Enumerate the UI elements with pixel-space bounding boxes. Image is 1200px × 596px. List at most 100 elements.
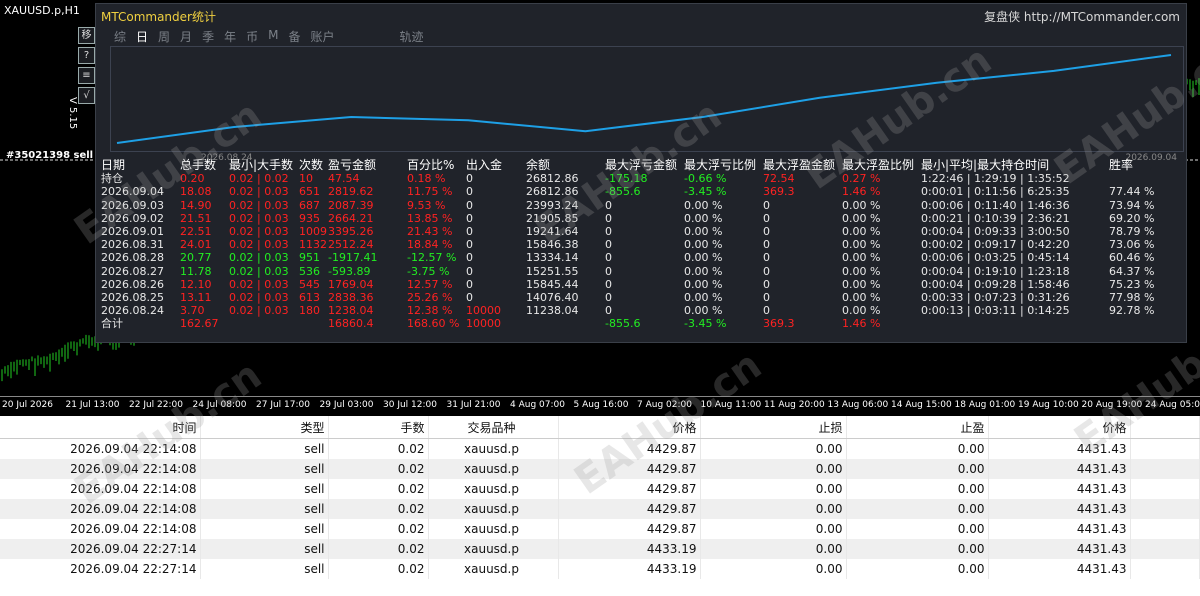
total-label: 合计	[101, 317, 123, 331]
stats-cell-minmax: 0.02 | 0.03	[229, 198, 289, 212]
stats-cell-count: 687	[299, 198, 320, 212]
table-row[interactable]: 2026.09.04 22:14:08 sell 0.02 xauusd.p 4429.…	[0, 438, 1200, 459]
trade-price: 4431.43	[988, 539, 1131, 559]
trade-tp: 0.00	[846, 459, 989, 479]
tab-day[interactable]: 日	[134, 28, 150, 45]
stats-cell-fl: 0	[605, 225, 612, 239]
price-chart[interactable]: XAUUSD.p,H1 #35021398 sell 0.02 V 5.15 移…	[0, 0, 1200, 415]
stats-row: 持仓 0.20 0.02 | 0.02 10 47.54 0.18 % 0 26812.86 -…	[101, 172, 1159, 185]
stats-row: 2026.08.31 24.01 0.02 | 0.03 1132 2512.24 18.…	[101, 238, 1159, 251]
total-float-profit: 369.3	[763, 317, 795, 331]
stats-cell-pct: 12.38 %	[407, 304, 453, 318]
table-row[interactable]: 2026.09.04 22:14:08 sell 0.02 xauusd.p 4429.…	[0, 479, 1200, 499]
stats-cell-fpp: 0.00 %	[842, 211, 881, 225]
tab-note[interactable]: 备	[286, 28, 302, 45]
stats-row: 2026.09.03 14.90 0.02 | 0.03 687 2087.39 9.53…	[101, 199, 1159, 212]
trade-type: sell	[200, 539, 329, 559]
table-row[interactable]: 2026.09.04 22:27:14 sell 0.02 xauusd.p 4433.…	[0, 539, 1200, 559]
table-row[interactable]: 2026.09.04 22:27:14 sell 0.02 xauusd.p 4433.…	[0, 559, 1200, 579]
stats-cell-pnl: -593.89	[328, 264, 371, 278]
total-float-loss: -855.6	[605, 317, 641, 331]
col-pct: 百分比%	[407, 158, 455, 173]
col-sl[interactable]: 止损	[700, 416, 847, 439]
tab-account[interactable]: 账户	[308, 28, 336, 45]
website-link[interactable]: 复盘侠 http://MTCommander.com	[984, 8, 1180, 25]
stats-cell-fp: 0	[763, 211, 770, 225]
tab-summary[interactable]: 综	[112, 28, 128, 45]
trade-volume: 0.02	[328, 438, 429, 459]
trade-sl: 0.00	[700, 479, 847, 499]
daily-stats-table: 日期 总手数 最小|大手数 次数 盈亏金额 百分比% 出入金 余额 最大浮亏金额…	[101, 158, 1159, 331]
col-open-price[interactable]: 价格	[558, 416, 701, 439]
trades-table: 时间 类型 手数 交易品种 价格 止损 止盈 价格 2026.09.04 22:…	[0, 416, 1200, 579]
stats-cell-count: 545	[299, 277, 320, 291]
stats-cell-fl: -855.6	[605, 185, 641, 199]
stats-cell-bal: 26812.86	[526, 185, 579, 199]
stats-cell-fp: 0	[763, 304, 770, 318]
stats-cell-dep: 0	[466, 225, 473, 239]
stats-cell-hold: 0:00:04 | 0:09:28 | 1:58:46	[921, 277, 1070, 291]
table-row[interactable]: 2026.09.04 22:14:08 sell 0.02 xauusd.p 4429.…	[0, 459, 1200, 479]
check-button[interactable]: √	[78, 87, 95, 104]
stats-cell-lots: 22.51	[180, 225, 212, 239]
stats-cell-dep: 0	[466, 172, 473, 186]
trade-price: 4431.43	[988, 438, 1131, 459]
stats-cell-minmax: 0.02 | 0.03	[229, 211, 289, 225]
menu-button[interactable]: ≡	[78, 67, 95, 84]
col-time[interactable]: 时间	[0, 416, 201, 439]
tab-quarter[interactable]: 季	[200, 28, 216, 45]
stats-cell-fpp: 0.27 %	[842, 172, 881, 186]
tab-month[interactable]: 月	[178, 28, 194, 45]
stats-cell-pnl: 2819.62	[328, 185, 374, 199]
trade-price: 4431.43	[988, 459, 1131, 479]
col-symbol[interactable]: 交易品种	[428, 416, 559, 439]
stats-cell-fl: 0	[605, 277, 612, 291]
stats-cell-win: 64.37 %	[1109, 264, 1155, 278]
col-price[interactable]: 价格	[988, 416, 1131, 439]
time-axis-label: 18 Aug 01:00	[954, 400, 1016, 410]
stats-cell-pnl: 3395.26	[328, 225, 374, 239]
stats-cell-lots: 13.11	[180, 290, 212, 304]
stats-cell-date: 2026.08.27	[101, 264, 164, 278]
panel-title: MTCommander统计	[101, 10, 216, 24]
trade-type: sell	[200, 559, 329, 579]
stats-cell-count: 613	[299, 290, 320, 304]
stats-cell-hold: 0:00:21 | 0:10:39 | 2:36:21	[921, 211, 1070, 225]
col-count: 次数	[299, 158, 324, 173]
trade-price: 4431.43	[988, 559, 1131, 579]
stats-cell-fl: 0	[605, 211, 612, 225]
table-row[interactable]: 2026.09.04 22:14:08 sell 0.02 xauusd.p 4429.…	[0, 499, 1200, 519]
trade-volume: 0.02	[328, 499, 429, 519]
col-balance: 余额	[526, 158, 551, 173]
stats-cell-flp: -0.66 %	[684, 172, 727, 186]
trade-sl: 0.00	[700, 519, 847, 539]
stats-cell-minmax: 0.02 | 0.03	[229, 277, 289, 291]
trade-open-price: 4429.87	[558, 479, 701, 499]
stats-cell-fpp: 0.00 %	[842, 225, 881, 239]
trade-symbol: xauusd.p	[428, 499, 559, 519]
time-axis-label: 7 Aug 02:00	[637, 400, 692, 410]
col-volume[interactable]: 手数	[328, 416, 429, 439]
trade-type: sell	[200, 499, 329, 519]
tab-currency[interactable]: 币	[244, 28, 260, 45]
tab-track[interactable]: 轨迹	[398, 28, 426, 45]
time-axis-label: 31 Jul 21:00	[446, 400, 501, 410]
stats-cell-minmax: 0.02 | 0.03	[229, 238, 289, 252]
col-type[interactable]: 类型	[200, 416, 329, 439]
help-button[interactable]: ?	[78, 47, 95, 64]
stats-cell-fpp: 0.00 %	[842, 304, 881, 318]
tab-magic[interactable]: M	[266, 28, 280, 45]
trade-symbol: xauusd.p	[428, 438, 559, 459]
trade-open-price: 4429.87	[558, 499, 701, 519]
stats-cell-pct: 11.75 %	[407, 185, 453, 199]
move-button[interactable]: 移	[78, 27, 95, 44]
tab-year[interactable]: 年	[222, 28, 238, 45]
trade-symbol: xauusd.p	[428, 479, 559, 499]
table-row[interactable]: 2026.09.04 22:14:08 sell 0.02 xauusd.p 4429.…	[0, 519, 1200, 539]
stats-cell-hold: 0:00:33 | 0:07:23 | 0:31:26	[921, 290, 1070, 304]
time-axis-label: 22 Jul 22:00	[129, 400, 183, 410]
tab-week[interactable]: 周	[156, 28, 172, 45]
time-axis-label: 27 Jul 17:00	[256, 400, 310, 410]
col-tp[interactable]: 止盈	[846, 416, 989, 439]
stats-cell-hold: 0:00:13 | 0:03:11 | 0:14:25	[921, 304, 1070, 318]
